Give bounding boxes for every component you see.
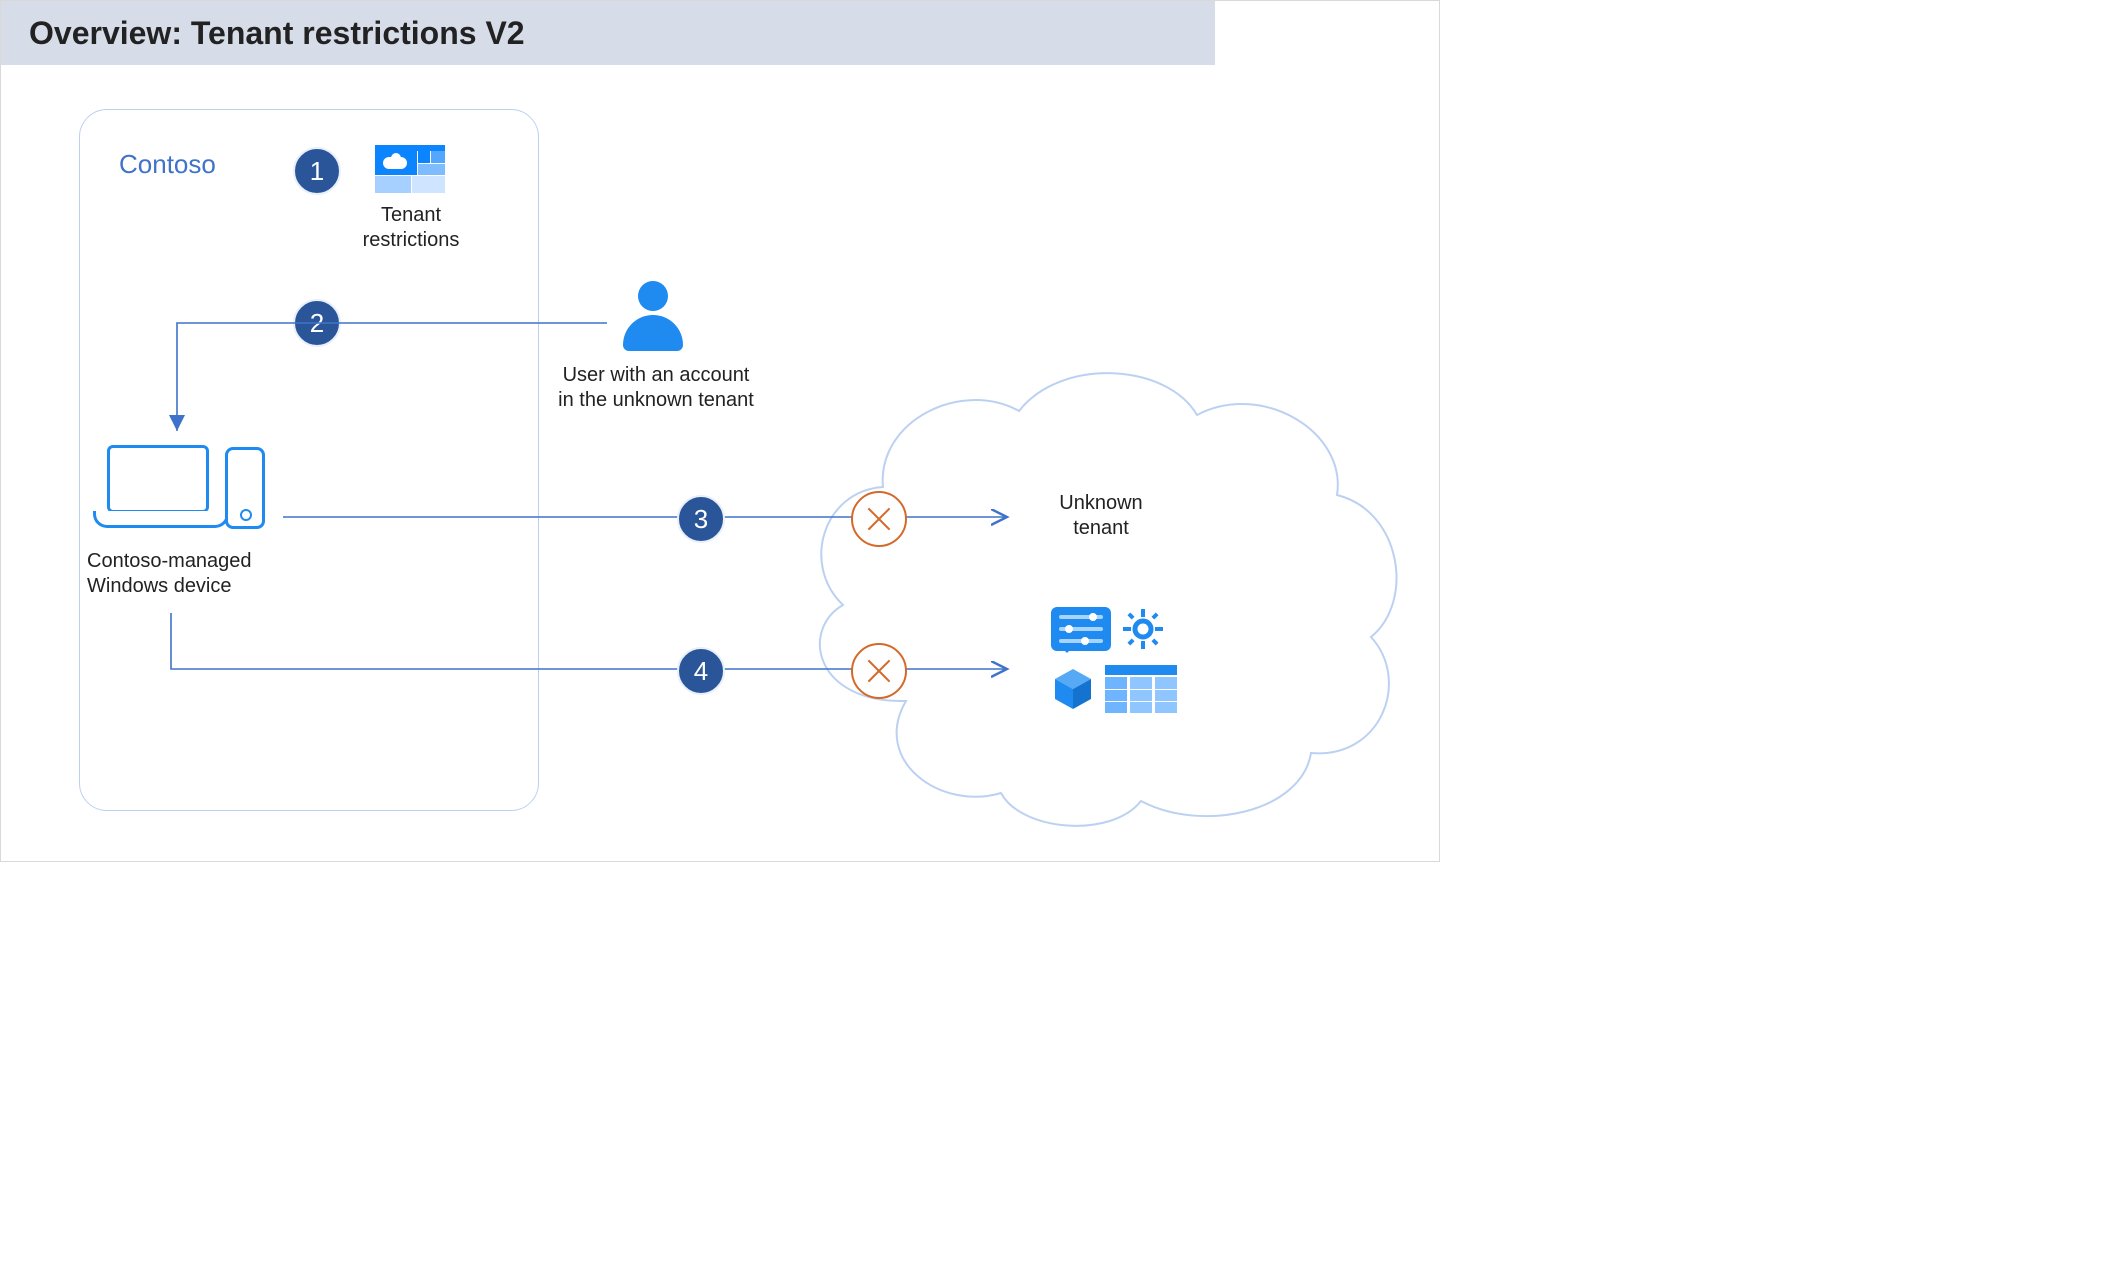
user-unknown-label: User with an account in the unknown tena… [541,363,771,413]
blocked-icon-3 [851,491,907,547]
step-1-number: 1 [310,158,324,184]
step-2-number: 2 [310,310,324,336]
managed-device-label: Contoso-managed Windows device [87,549,297,599]
step-4-badge: 4 [677,647,725,695]
title-bar: Overview: Tenant restrictions V2 [1,1,1215,65]
devices-icon [107,445,257,531]
diagram-canvas: Overview: Tenant restrictions V2 Contoso… [0,0,1440,862]
unknown-tenant-label: Unknown tenant [1031,491,1171,541]
step-4-number: 4 [694,658,708,684]
data-grid-icon [1105,665,1177,713]
diagram-title: Overview: Tenant restrictions V2 [29,15,525,52]
blocked-icon-4 [851,643,907,699]
unknown-tenant-cloud [820,373,1397,826]
step-3-badge: 3 [677,495,725,543]
user-icon [623,281,683,351]
contoso-label: Contoso [119,149,216,180]
unknown-tenant-apps-icon [1051,607,1181,717]
tenant-restrictions-icon [375,145,445,193]
step-1-badge: 1 [293,147,341,195]
settings-sliders-icon [1051,607,1111,651]
gear-icon [1123,609,1163,649]
step-3-number: 3 [694,506,708,532]
tenant-restrictions-label: Tenant restrictions [351,203,471,253]
cube-icon [1051,667,1095,711]
step-2-badge: 2 [293,299,341,347]
